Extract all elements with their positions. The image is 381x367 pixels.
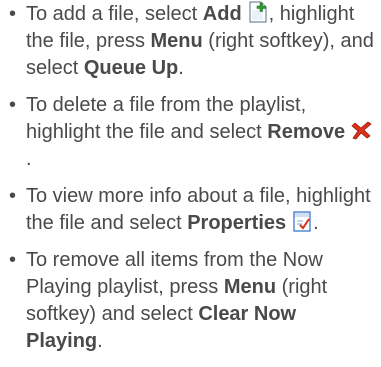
add-command: Add	[202, 3, 242, 25]
item-text: .	[313, 212, 319, 234]
bullet: •	[9, 185, 17, 207]
list-item-remove-file: • To delete a file from the playlist, hi…	[0, 92, 381, 173]
bullet: •	[9, 3, 17, 25]
item-text: .	[178, 57, 184, 79]
menu-command: Menu	[223, 276, 277, 298]
instruction-list: • To add a file, select Add, highlight t…	[0, 1, 381, 365]
list-item-clear-now-playing: • To remove all items from the Now Playi…	[0, 247, 381, 355]
list-item-add-file: • To add a file, select Add, highlight t…	[0, 1, 381, 82]
item-text: To delete a file from the playlist, high…	[26, 94, 307, 143]
item-text: .	[97, 330, 103, 352]
remove-command: Remove	[267, 121, 346, 143]
properties-icon	[291, 210, 313, 232]
add-file-icon	[247, 1, 269, 23]
remove-x-icon	[350, 119, 372, 141]
properties-command: Properties	[187, 212, 287, 234]
list-item-properties: • To view more info about a file, highli…	[0, 183, 381, 237]
menu-command: Menu	[150, 30, 203, 52]
bullet: •	[9, 249, 17, 271]
bullet: •	[9, 94, 17, 116]
item-text: To add a file, select	[26, 3, 203, 25]
help-page: • To add a file, select Add, highlight t…	[0, 0, 381, 367]
item-text: .	[26, 148, 32, 170]
queue-up-command: Queue Up	[83, 57, 179, 79]
